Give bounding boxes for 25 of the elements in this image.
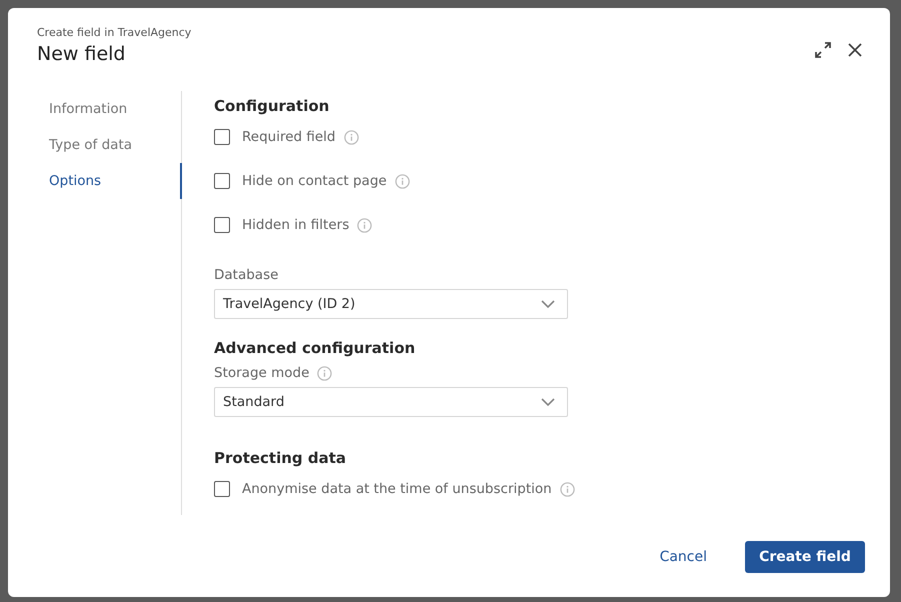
sidebar-tab[interactable]: Information bbox=[37, 91, 182, 127]
dropdown-field[interactable]: Standard bbox=[214, 387, 568, 417]
dialog-subtitle: Create field in TravelAgency bbox=[37, 26, 192, 39]
expand-icon[interactable] bbox=[813, 40, 833, 60]
chevron-down-icon bbox=[541, 398, 555, 406]
checkbox-label: Hidden in filters bbox=[242, 217, 350, 233]
sidebar-tab[interactable]: Options bbox=[37, 163, 182, 199]
checkbox[interactable] bbox=[214, 173, 230, 189]
checkbox[interactable] bbox=[214, 129, 230, 145]
section-heading: Advanced configuration bbox=[214, 339, 416, 357]
field-label: Storage mode bbox=[214, 365, 310, 381]
field-label: Database bbox=[214, 267, 278, 283]
section-heading: Protecting data bbox=[214, 449, 348, 467]
chevron-down-icon bbox=[541, 300, 555, 308]
checkbox-label: Hide on contact page bbox=[242, 173, 387, 189]
checkbox[interactable] bbox=[214, 217, 230, 233]
create-field-button[interactable]: Create field bbox=[745, 541, 865, 573]
checkbox[interactable] bbox=[214, 481, 230, 497]
dropdown-field[interactable]: TravelAgency (ID 2) bbox=[214, 289, 568, 319]
checkbox-label: Anonymise data at the time of unsubscription bbox=[242, 481, 552, 497]
checkbox-label: Required field bbox=[242, 129, 336, 145]
section-heading: Configuration bbox=[214, 97, 330, 115]
dialog-title: New field bbox=[37, 43, 126, 65]
cancel-button[interactable]: Cancel bbox=[654, 548, 713, 566]
sidebar-tab[interactable]: Type of data bbox=[37, 127, 182, 163]
